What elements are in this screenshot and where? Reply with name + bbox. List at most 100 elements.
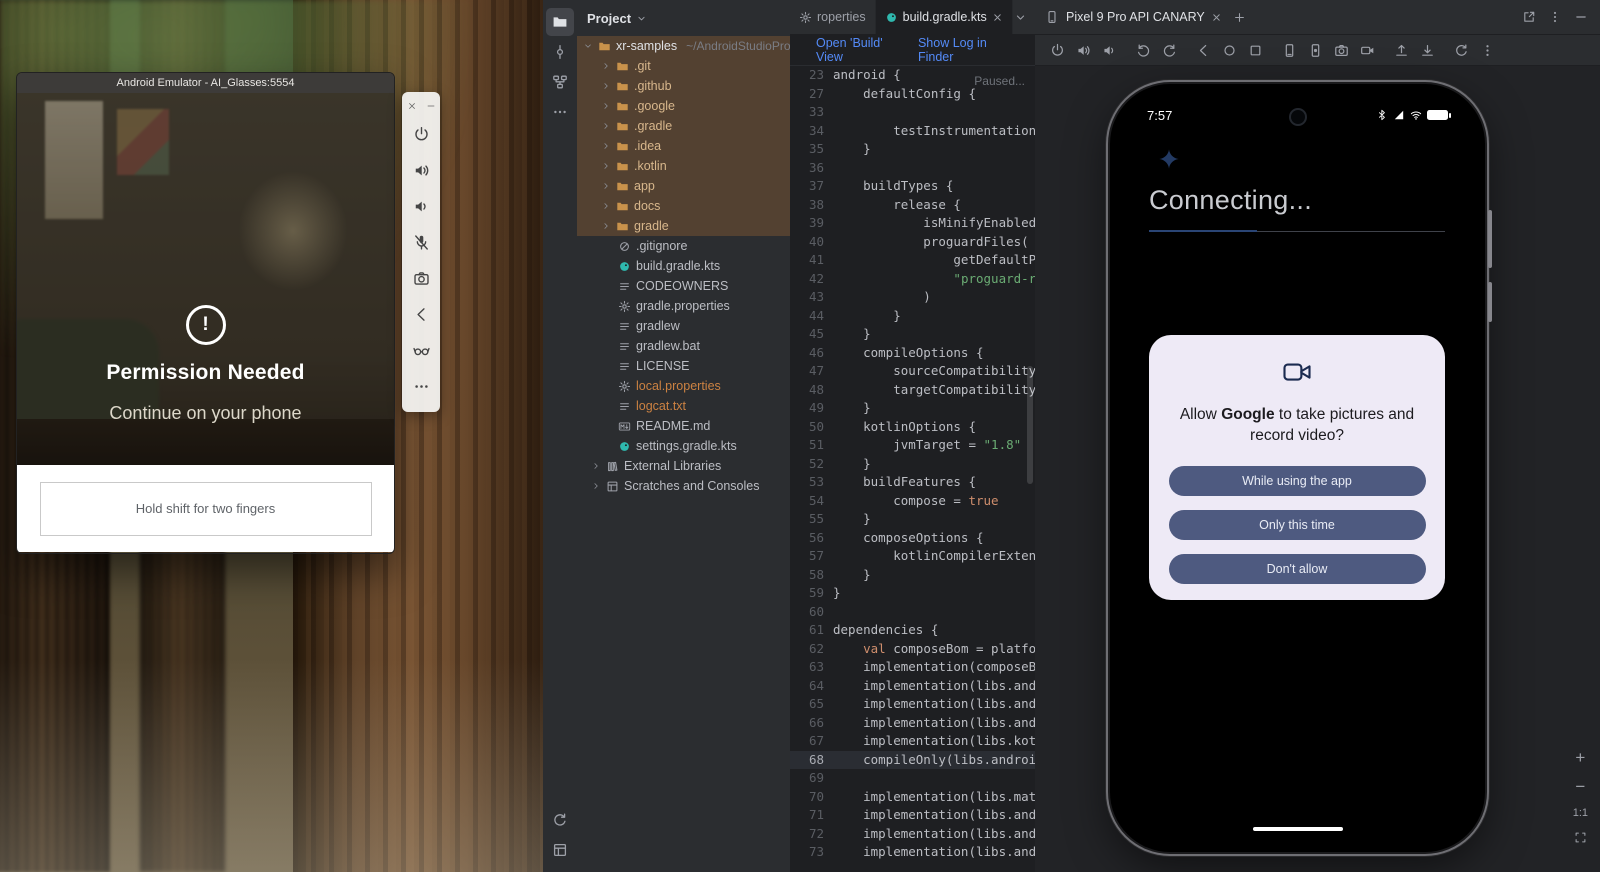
- camera-button[interactable]: [1329, 38, 1353, 62]
- volume-up-button[interactable]: [1071, 38, 1095, 62]
- tree-item-external-libraries[interactable]: External Libraries: [577, 456, 790, 476]
- code-line-50[interactable]: 50 kotlinOptions {: [790, 418, 1035, 437]
- tree-item-gradlew[interactable]: gradlew: [577, 316, 790, 336]
- more-h-button[interactable]: [407, 368, 435, 404]
- code-line-68[interactable]: 68 compileOnly(libs.android: [790, 751, 1035, 770]
- emulator-title-bar[interactable]: Android Emulator - AI_Glasses:5554: [17, 73, 394, 93]
- volume-down-button[interactable]: [1097, 38, 1121, 62]
- code-line-69[interactable]: 69: [790, 769, 1035, 788]
- tab-gradle-properties[interactable]: roperties: [790, 0, 876, 34]
- code-line-71[interactable]: 71 implementation(libs.andr: [790, 806, 1035, 825]
- code-line-57[interactable]: 57 kotlinCompilerExtens: [790, 547, 1035, 566]
- tree-item-logcat-txt[interactable]: logcat.txt: [577, 396, 790, 416]
- tree-item-codeowners[interactable]: CODEOWNERS: [577, 276, 790, 296]
- volume-down-button[interactable]: [407, 188, 435, 224]
- tree-item-build-gradle-kts[interactable]: build.gradle.kts: [577, 256, 790, 276]
- code-line-63[interactable]: 63 implementation(composeBo: [790, 658, 1035, 677]
- code-line-60[interactable]: 60: [790, 603, 1035, 622]
- tree-item-gradle[interactable]: .gradle: [577, 116, 790, 136]
- phone-screen[interactable]: 7:57 Connecting... Allow Googl: [1121, 95, 1474, 841]
- code-editor[interactable]: Paused... 23android {27 defaultConfig {3…: [790, 66, 1035, 862]
- code-line-47[interactable]: 47 sourceCompatibility: [790, 362, 1035, 381]
- upload-button[interactable]: [1389, 38, 1413, 62]
- code-line-34[interactable]: 34 testInstrumentationR: [790, 122, 1035, 141]
- more-tools-button[interactable]: [546, 98, 574, 126]
- download-button[interactable]: [1415, 38, 1439, 62]
- code-line-49[interactable]: 49 }: [790, 399, 1035, 418]
- volume-up-button[interactable]: [407, 152, 435, 188]
- code-line-58[interactable]: 58 }: [790, 566, 1035, 585]
- code-line-51[interactable]: 51 jvmTarget = "1.8": [790, 436, 1035, 455]
- zoom-ratio-button[interactable]: 1:1: [1573, 807, 1588, 819]
- add-device-tab-icon[interactable]: [1233, 11, 1246, 24]
- zoom-in-button[interactable]: +: [1575, 749, 1585, 766]
- open-build-view-link[interactable]: Open 'Build' View: [816, 36, 898, 64]
- tree-item-readme-md[interactable]: README.md: [577, 416, 790, 436]
- code-line-42[interactable]: 42 "proguard-ru: [790, 270, 1035, 289]
- code-line-39[interactable]: 39 isMinifyEnabled: [790, 214, 1035, 233]
- tree-item-gradlew-bat[interactable]: gradlew.bat: [577, 336, 790, 356]
- more-options-icon[interactable]: [1548, 10, 1562, 24]
- overview-button[interactable]: [1243, 38, 1267, 62]
- code-line-65[interactable]: 65 implementation(libs.andr: [790, 695, 1035, 714]
- tree-item-docs[interactable]: docs: [577, 196, 790, 216]
- screenshot-button[interactable]: [1277, 38, 1301, 62]
- close-tab-icon[interactable]: [992, 12, 1003, 23]
- code-line-61[interactable]: 61dependencies {: [790, 621, 1035, 640]
- tree-item-license[interactable]: LICENSE: [577, 356, 790, 376]
- mic-off-button[interactable]: [407, 224, 435, 260]
- editor-scrollbar[interactable]: [1027, 366, 1033, 484]
- toolbar-close-button[interactable]: [407, 101, 417, 111]
- tree-item-app[interactable]: app: [577, 176, 790, 196]
- code-line-73[interactable]: 73 implementation(libs.andr: [790, 843, 1035, 862]
- glasses-button[interactable]: [407, 332, 435, 368]
- video-button[interactable]: [1355, 38, 1379, 62]
- code-line-38[interactable]: 38 release {: [790, 196, 1035, 215]
- device-tab-pixel-9-pro[interactable]: Pixel 9 Pro API CANARY: [1066, 10, 1222, 24]
- code-line-44[interactable]: 44 }: [790, 307, 1035, 326]
- close-device-tab-icon[interactable]: [1211, 12, 1222, 23]
- code-line-40[interactable]: 40 proguardFiles(: [790, 233, 1035, 252]
- camera-button[interactable]: [407, 260, 435, 296]
- tree-item-google[interactable]: .google: [577, 96, 790, 116]
- code-line-35[interactable]: 35 }: [790, 140, 1035, 159]
- commit-button[interactable]: [546, 38, 574, 66]
- code-line-67[interactable]: 67 implementation(libs.kotl: [790, 732, 1035, 751]
- rotate-left-button[interactable]: [1131, 38, 1155, 62]
- hide-panel-icon[interactable]: [1574, 10, 1588, 24]
- back-button[interactable]: [407, 296, 435, 332]
- power-button[interactable]: [407, 116, 435, 152]
- tree-item-idea[interactable]: .idea: [577, 136, 790, 156]
- code-line-43[interactable]: 43 ): [790, 288, 1035, 307]
- code-line-52[interactable]: 52 }: [790, 455, 1035, 474]
- code-line-41[interactable]: 41 getDefaultPr: [790, 251, 1035, 270]
- only-this-time-button[interactable]: Only this time: [1169, 510, 1426, 540]
- back-button[interactable]: [1191, 38, 1215, 62]
- while-using-app-button[interactable]: While using the app: [1169, 466, 1426, 496]
- rotate-right-button[interactable]: [1157, 38, 1181, 62]
- code-line-37[interactable]: 37 buildTypes {: [790, 177, 1035, 196]
- tree-item-git[interactable]: .git: [577, 56, 790, 76]
- tree-item-settings-gradle-kts[interactable]: settings.gradle.kts: [577, 436, 790, 456]
- code-line-56[interactable]: 56 composeOptions {: [790, 529, 1035, 548]
- code-line-36[interactable]: 36: [790, 159, 1035, 178]
- tree-item-scratches-and-consoles[interactable]: Scratches and Consoles: [577, 476, 790, 496]
- tree-item-gradle[interactable]: gradle: [577, 216, 790, 236]
- code-line-64[interactable]: 64 implementation(libs.andr: [790, 677, 1035, 696]
- power-button[interactable]: [1045, 38, 1069, 62]
- more-v-button[interactable]: [1475, 38, 1499, 62]
- tree-item-gradle-properties[interactable]: gradle.properties: [577, 296, 790, 316]
- tree-item-kotlin[interactable]: .kotlin: [577, 156, 790, 176]
- code-line-48[interactable]: 48 targetCompatibility: [790, 381, 1035, 400]
- terminal-button[interactable]: [546, 836, 574, 864]
- tabs-dropdown-icon[interactable]: [1014, 11, 1027, 24]
- code-line-53[interactable]: 53 buildFeatures {: [790, 473, 1035, 492]
- tree-item-github[interactable]: .github: [577, 76, 790, 96]
- zoom-out-button[interactable]: −: [1575, 778, 1585, 795]
- code-line-55[interactable]: 55 }: [790, 510, 1035, 529]
- dont-allow-button[interactable]: Don't allow: [1169, 554, 1426, 584]
- code-line-54[interactable]: 54 compose = true: [790, 492, 1035, 511]
- structure-button[interactable]: [546, 68, 574, 96]
- code-line-72[interactable]: 72 implementation(libs.andr: [790, 825, 1035, 844]
- home-button[interactable]: [1217, 38, 1241, 62]
